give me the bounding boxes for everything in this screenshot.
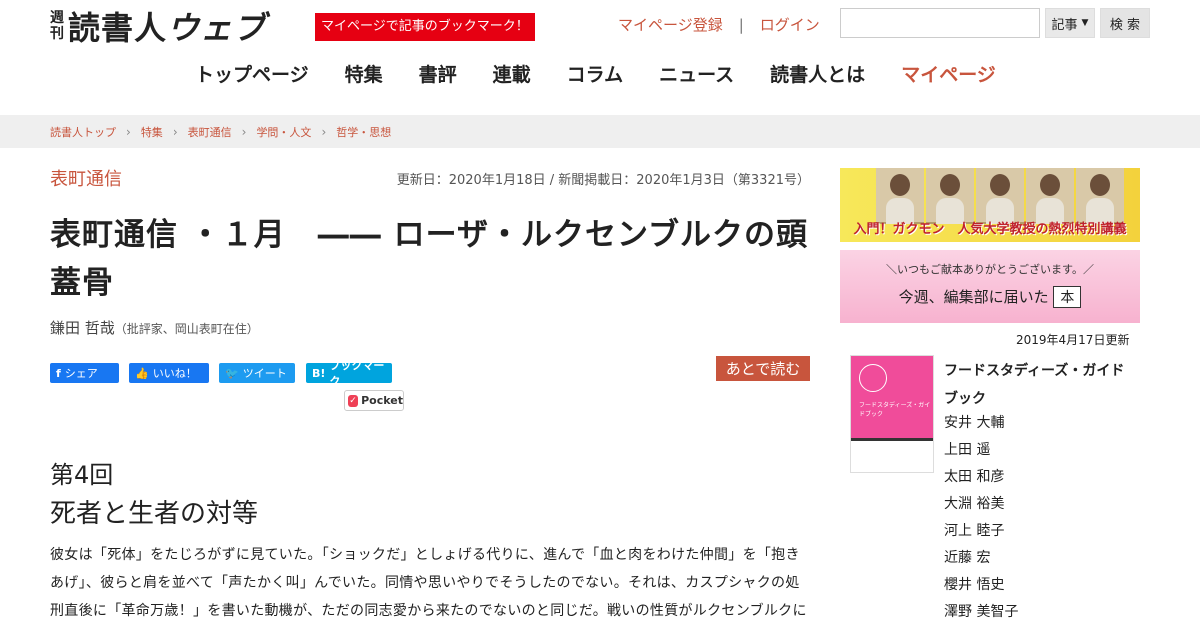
- professor-photos: [876, 168, 1124, 224]
- new-arrivals-text: 今週、編集部に届いた: [898, 288, 1049, 306]
- gakumon-ad-banner[interactable]: 入門！ガクモン 人気大学教授の熱烈特別講義: [840, 168, 1140, 242]
- author-note: （批評家、岡山表町在住）: [114, 322, 259, 336]
- logo-weekly-2: 刊: [50, 26, 64, 42]
- logo-web: ウェブ: [167, 9, 267, 47]
- episode-number: 第4回: [50, 461, 114, 489]
- thumbs-up-icon: 👍: [135, 366, 149, 380]
- author-item: 上田 遥: [944, 442, 991, 458]
- author-item: 河上 睦子: [944, 523, 1005, 539]
- nav-column[interactable]: コラム: [567, 60, 623, 87]
- author-item: 太田 和彦: [944, 469, 1005, 485]
- book-cover-stripe: [851, 438, 933, 441]
- hatena-icon: B!: [312, 366, 326, 380]
- article-dates: 更新日：2020年1月18日 / 新聞掲載日：2020年1月3日（第3321号）: [396, 173, 810, 188]
- tweet-button[interactable]: 🐦 ツイート: [219, 363, 295, 383]
- breadcrumb-item[interactable]: 表町通信: [188, 124, 232, 140]
- logo-weekly-1: 週: [50, 10, 64, 26]
- chevron-right-icon: ›: [126, 124, 131, 139]
- author-item: 澤野 美智子: [944, 604, 1019, 620]
- breadcrumb: 読書人トップ › 特集 › 表町通信 › 学問・人文 › 哲学・思想: [0, 115, 1200, 148]
- person-photo: [876, 168, 924, 224]
- breadcrumb-item[interactable]: 学問・人文: [256, 124, 311, 140]
- book-cover-title: フードスタディーズ・ガイドブック: [859, 402, 931, 418]
- article-author: 鎌田 哲哉（批評家、岡山表町在住）: [50, 317, 259, 338]
- author-item: 大淵 裕美: [944, 496, 1005, 512]
- new-arrivals-banner[interactable]: ＼いつもご献本ありがとうございます。／ 今週、編集部に届いた 本: [840, 250, 1140, 323]
- new-arrivals-line1: ＼いつもご献本ありがとうございます。／: [886, 263, 1094, 276]
- facebook-like-button[interactable]: 👍 いいね！: [129, 363, 209, 383]
- author-item: 近藤 宏: [944, 550, 991, 566]
- book-title[interactable]: フードスタディーズ・ガイドブック: [944, 357, 1134, 413]
- tweet-label: ツイート: [242, 367, 287, 380]
- register-link[interactable]: マイページ登録: [618, 14, 723, 35]
- breadcrumb-item[interactable]: 特集: [141, 124, 163, 140]
- nav-feature[interactable]: 特集: [345, 60, 383, 87]
- person-photo: [976, 168, 1024, 224]
- search-input[interactable]: [840, 8, 1040, 38]
- person-photo: [926, 168, 974, 224]
- article-body: 彼女は「死体」をたじろがずに見ていた。「ショックだ」としょげる代りに、進んで「血…: [50, 547, 807, 619]
- hatena-bookmark-button[interactable]: B! ブックマーク: [306, 359, 392, 388]
- search-button[interactable]: 検 索: [1100, 8, 1150, 38]
- facebook-share-label: シェア: [64, 367, 98, 380]
- author-name: 鎌田 哲哉: [50, 319, 115, 337]
- nav-mypage[interactable]: マイページ: [901, 60, 996, 87]
- chevron-right-icon: ›: [172, 124, 178, 139]
- person-photo: [1076, 168, 1124, 224]
- article-subtitle: 死者と生者の対等: [50, 499, 259, 529]
- article-category[interactable]: 表町通信: [50, 165, 122, 191]
- breadcrumb-item[interactable]: 読書人トップ: [50, 124, 116, 140]
- read-later-button[interactable]: あとで読む: [716, 356, 810, 381]
- ad-caption: 入門！ガクモン 人気大学教授の熱烈特別講義: [853, 222, 1127, 237]
- login-link[interactable]: ログイン: [760, 14, 820, 35]
- link-separator: |: [738, 15, 744, 34]
- sidebar-updated-date: 2019年4月17日更新: [1016, 333, 1130, 347]
- book-cover-image[interactable]: フードスタディーズ・ガイドブック: [850, 355, 934, 473]
- nav-news[interactable]: ニュース: [659, 60, 734, 87]
- book-cover-top: フードスタディーズ・ガイドブック: [851, 356, 933, 438]
- logo-weekly: 週 刊: [50, 10, 64, 42]
- chevron-right-icon: ›: [241, 124, 247, 139]
- nav-about[interactable]: 読書人とは: [770, 60, 865, 87]
- site-logo[interactable]: 週 刊 読書人 ウェブ: [50, 6, 267, 47]
- author-item: 櫻井 悟史: [944, 577, 1005, 593]
- article-title: 表町通信 ・１月 ―― ローザ・ルクセンブルクの頭蓋骨: [50, 217, 809, 301]
- logo-brand: 読書人: [68, 9, 168, 47]
- facebook-icon: f: [56, 366, 61, 380]
- breadcrumb-item[interactable]: 哲学・思想: [336, 124, 391, 140]
- site-header: 週 刊 読書人 ウェブ マイページで記事のブックマーク！ マイページ登録 | ロ…: [0, 0, 1200, 115]
- nav-series[interactable]: 連載: [493, 60, 531, 87]
- nav-top[interactable]: トップページ: [195, 60, 309, 87]
- facebook-share-button[interactable]: f シェア: [50, 363, 119, 383]
- like-label: いいね！: [152, 367, 197, 380]
- search-scope-value: 記事: [1051, 17, 1078, 33]
- chevron-right-icon: ›: [321, 124, 327, 139]
- twitter-bird-icon: 🐦: [225, 366, 239, 380]
- nav-review[interactable]: 書評: [419, 60, 457, 87]
- hatena-label: ブックマーク: [329, 359, 385, 388]
- book-authors: 安井 大輔 上田 遥 太田 和彦 大淵 裕美 河上 睦子 近藤 宏 櫻井 悟史 …: [944, 410, 1018, 626]
- caret-down-icon: ▼: [1081, 18, 1089, 28]
- pocket-icon: ✓: [348, 394, 359, 407]
- person-photo: [1026, 168, 1074, 224]
- book-badge: 本: [1053, 286, 1082, 308]
- pocket-button[interactable]: ✓ Pocket: [344, 390, 404, 411]
- author-item: 安井 大輔: [944, 415, 1005, 431]
- main-nav: トップページ 特集 書評 連載 コラム ニュース 読書人とは マイページ: [195, 60, 996, 87]
- new-arrivals-line2: 今週、編集部に届いた 本: [840, 286, 1140, 308]
- bookmark-banner[interactable]: マイページで記事のブックマーク！: [315, 13, 535, 41]
- user-links: マイページ登録 | ログイン: [618, 14, 820, 35]
- search-scope-select[interactable]: 記事 ▼: [1045, 8, 1095, 38]
- pocket-label: Pocket: [361, 394, 403, 407]
